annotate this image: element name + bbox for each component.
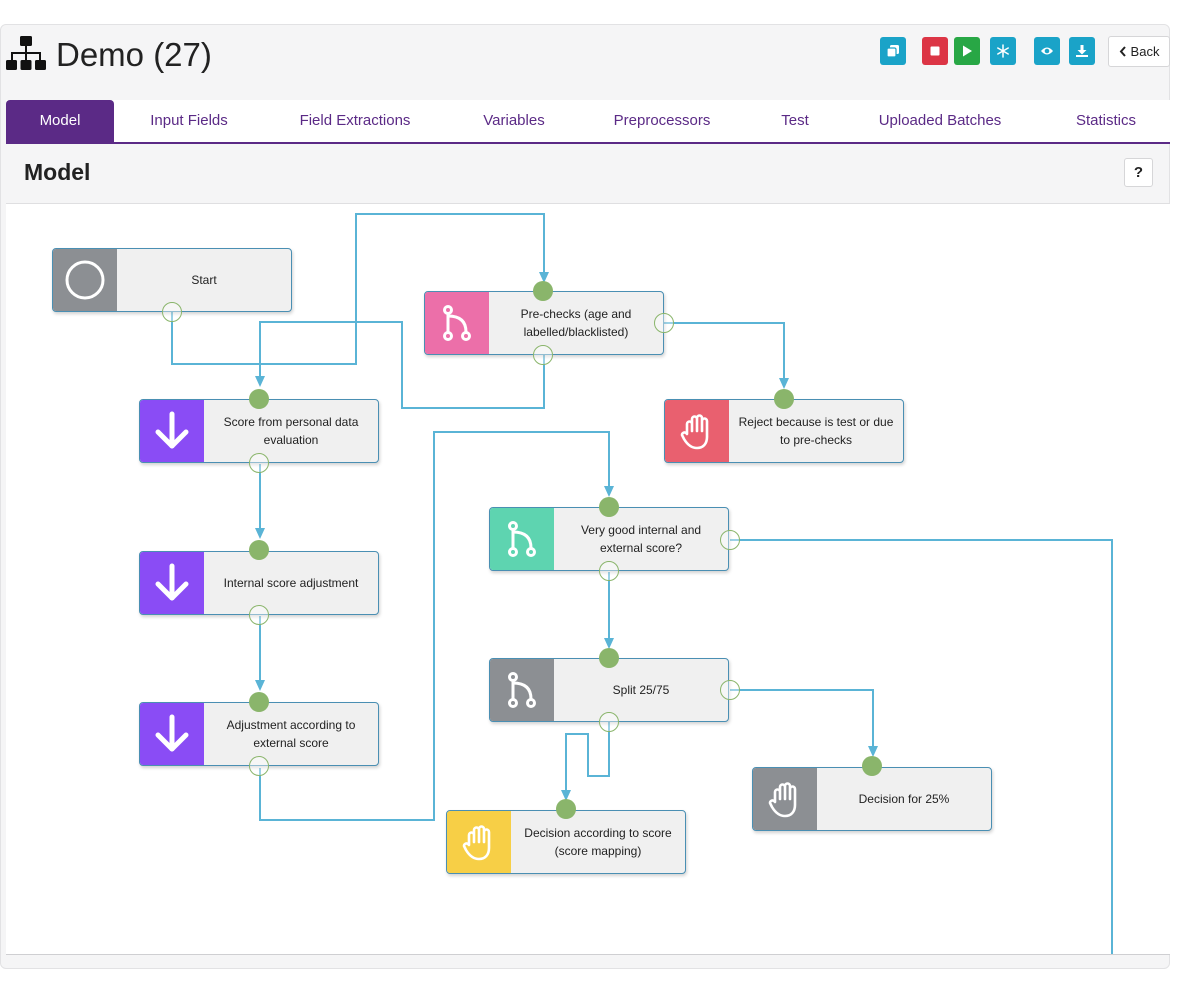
input-port[interactable] xyxy=(249,389,269,409)
input-port[interactable] xyxy=(774,389,794,409)
output-port[interactable] xyxy=(599,561,619,581)
output-port[interactable] xyxy=(599,712,619,732)
branch-icon xyxy=(508,672,536,708)
input-port[interactable] xyxy=(533,281,553,301)
tab-model[interactable]: Model xyxy=(6,100,114,142)
branch-icon xyxy=(508,521,536,557)
hand-icon xyxy=(768,782,797,818)
back-label: Back xyxy=(1130,44,1160,59)
view-button[interactable] xyxy=(1034,37,1060,65)
download-button[interactable] xyxy=(1069,37,1095,65)
download-icon xyxy=(1076,45,1088,57)
tab-bar: Model Input Fields Field Extractions Var… xyxy=(6,100,1170,144)
node-label: Internal score adjustment xyxy=(223,576,359,590)
tab-test[interactable]: Test xyxy=(762,100,828,142)
model-canvas[interactable]: Start Pre-checks (age and labelled/black… xyxy=(6,203,1170,955)
stop-button[interactable] xyxy=(922,37,948,65)
help-button[interactable]: ? xyxy=(1124,158,1153,187)
stop-icon xyxy=(930,46,940,56)
snowflake-icon xyxy=(997,44,1009,58)
tab-variables[interactable]: Variables xyxy=(466,100,562,142)
output-port[interactable] xyxy=(249,605,269,625)
freeze-button[interactable] xyxy=(990,37,1016,65)
arrow-down-icon xyxy=(155,714,189,752)
wire-prechecks-reject xyxy=(664,322,785,380)
tab-preprocessors[interactable]: Preprocessors xyxy=(596,100,728,142)
output-port[interactable] xyxy=(720,530,740,550)
node-decision-25[interactable]: Decision for 25% xyxy=(752,767,992,831)
node-label: Score from personal data evaluation xyxy=(223,415,359,447)
tab-field-extractions[interactable]: Field Extractions xyxy=(276,100,434,142)
arrow-down-icon xyxy=(155,563,189,601)
input-port[interactable] xyxy=(249,540,269,560)
wire-split-decision25 xyxy=(730,689,874,748)
output-port[interactable] xyxy=(654,313,674,333)
hand-icon xyxy=(462,825,491,861)
copy-button[interactable] xyxy=(880,37,906,65)
node-label: Start xyxy=(191,273,217,287)
node-label: Very good internal and external score? xyxy=(580,523,702,555)
output-port[interactable] xyxy=(533,345,553,365)
output-port[interactable] xyxy=(249,453,269,473)
output-port[interactable] xyxy=(249,756,269,776)
arrow-down-icon xyxy=(155,411,189,449)
section-title: Model xyxy=(24,159,91,185)
input-port[interactable] xyxy=(599,648,619,668)
hand-icon xyxy=(680,414,709,450)
play-icon xyxy=(963,45,972,57)
wire-verygood-right xyxy=(730,539,1113,954)
input-port[interactable] xyxy=(556,799,576,819)
tab-uploaded-batches[interactable]: Uploaded Batches xyxy=(856,100,1024,142)
sitemap-icon xyxy=(6,36,46,70)
node-decision-score[interactable]: Decision according to score (score mappi… xyxy=(446,810,686,874)
node-label: Split 25/75 xyxy=(612,683,670,697)
output-port[interactable] xyxy=(162,302,182,322)
circle-icon xyxy=(65,260,105,300)
input-port[interactable] xyxy=(599,497,619,517)
input-port[interactable] xyxy=(862,756,882,776)
node-label: Reject because is test or due to pre-che… xyxy=(738,415,894,447)
tab-input-fields[interactable]: Input Fields xyxy=(130,100,248,142)
run-button[interactable] xyxy=(954,37,980,65)
chevron-left-icon xyxy=(1119,46,1126,57)
node-label: Adjustment according to external score xyxy=(226,718,356,750)
back-button[interactable]: Back xyxy=(1108,36,1170,67)
wire-split-decisionscore xyxy=(565,722,610,792)
eye-icon xyxy=(1041,47,1053,55)
branch-icon xyxy=(443,305,471,341)
node-label: Decision for 25% xyxy=(858,792,950,806)
page-title: Demo (27) xyxy=(56,36,212,73)
node-label: Pre-checks (age and labelled/blacklisted… xyxy=(520,307,632,339)
node-label: Decision according to score (score mappi… xyxy=(524,826,672,858)
copy-icon xyxy=(886,45,899,58)
tab-statistics[interactable]: Statistics xyxy=(1052,100,1160,142)
input-port[interactable] xyxy=(249,692,269,712)
output-port[interactable] xyxy=(720,680,740,700)
